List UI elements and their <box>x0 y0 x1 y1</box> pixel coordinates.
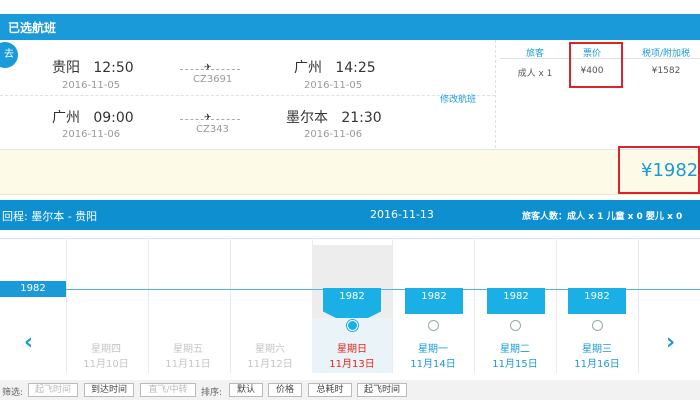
sort-price-button[interactable]: 价格 <box>268 383 302 397</box>
price-passenger-value: 成人 x 1 <box>517 69 553 79</box>
leg2-arrival: 墨尔本 21:30 <box>286 107 382 127</box>
total-price-bar <box>0 150 700 195</box>
price-bar-day-6[interactable]: 1982 <box>487 288 545 314</box>
leg1-from-date: 2016-11-05 <box>62 80 121 91</box>
day-4-weekday[interactable]: 星期日 <box>312 340 392 355</box>
price-tax-value: ¥1582 <box>651 66 681 76</box>
selected-flights-header: 已选航班 <box>0 14 700 40</box>
leg2-to-time: 21:30 <box>341 110 382 126</box>
leg1-to-time: 14:25 <box>335 60 376 76</box>
sort-duration-button[interactable]: 总耗时 <box>308 383 352 397</box>
day-6-radio[interactable] <box>510 320 521 331</box>
day-5-radio[interactable] <box>428 320 439 331</box>
leg1-from-city: 贵阳 <box>52 60 80 76</box>
fare-highlight-box <box>569 42 623 88</box>
chevron-left-icon[interactable]: ‹ <box>24 330 33 355</box>
modify-flight-link[interactable]: 修改航班 <box>440 92 476 105</box>
filter-arrival-time-button[interactable]: 到达时间 <box>84 383 134 397</box>
price-bar-day-5[interactable]: 1982 <box>405 288 463 314</box>
leg1-arrival: 广州 14:25 <box>294 57 376 77</box>
return-route: 回程: 墨尔本 - 贵阳 <box>2 210 98 223</box>
day-5-date[interactable]: 11月14日 <box>393 355 473 370</box>
day-7-radio[interactable] <box>592 320 603 331</box>
leg1-flight-number: CZ3691 <box>193 74 233 85</box>
leg2-from-city: 广州 <box>52 110 80 126</box>
leg1-to-date: 2016-11-05 <box>304 80 363 91</box>
sort-label: 排序: <box>201 388 223 398</box>
passenger-count: 旅客人数：成人 x 1 儿童 x 0 婴儿 x 0 <box>522 212 683 222</box>
filter-label: 筛选: <box>2 388 24 398</box>
chevron-right-icon[interactable]: › <box>666 330 675 355</box>
leg1-to-city: 广州 <box>294 60 322 76</box>
filter-direct-transfer-button[interactable]: 直飞/中转 <box>140 383 196 397</box>
leg2-to-city: 墨尔本 <box>286 110 328 126</box>
leg2-from-time: 09:00 <box>93 110 134 126</box>
section-title: 已选航班 <box>8 21 57 35</box>
day-1-date: 11月10日 <box>83 359 129 370</box>
day-7-date[interactable]: 11月16日 <box>557 355 637 370</box>
day-5-weekday[interactable]: 星期一 <box>393 340 473 355</box>
baseline-price-tag: 1982 <box>0 281 66 297</box>
filter-departure-time-button[interactable]: 起飞时间 <box>28 383 78 397</box>
leg2-to-date: 2016-11-06 <box>304 129 363 140</box>
leg1-departure: 贵阳 12:50 <box>52 57 134 77</box>
leg1-from-time: 12:50 <box>93 60 134 76</box>
day-6-weekday[interactable]: 星期二 <box>475 340 555 355</box>
price-column-divider <box>495 40 496 148</box>
day-2-weekday: 星期五 <box>173 344 203 355</box>
day-3-date: 11月12日 <box>247 359 293 370</box>
plane-icon: ✈ <box>204 63 212 73</box>
total-highlight-box <box>618 146 700 194</box>
leg2-flight-number: CZ343 <box>196 124 229 135</box>
day-2-date: 11月11日 <box>165 359 211 370</box>
leg2-departure: 广州 09:00 <box>52 107 134 127</box>
plane-icon: ✈ <box>204 113 212 123</box>
day-3-weekday: 星期六 <box>255 344 285 355</box>
day-4-radio[interactable] <box>347 320 358 331</box>
calendar-column-divider <box>638 238 639 373</box>
return-date: 2016-11-13 <box>370 208 434 221</box>
sort-default-button[interactable]: 默认 <box>229 383 263 397</box>
day-4-date[interactable]: 11月13日 <box>312 355 392 370</box>
sort-departure-time-button[interactable]: 起飞时间 <box>357 383 407 397</box>
leg2-from-date: 2016-11-06 <box>62 129 121 140</box>
day-1-weekday: 星期四 <box>91 344 121 355</box>
day-6-date[interactable]: 11月15日 <box>475 355 555 370</box>
price-bar-day-7[interactable]: 1982 <box>568 288 626 314</box>
leg-divider <box>0 95 495 96</box>
return-flight-bar: 回程: 墨尔本 - 贵阳 2016-11-13 旅客人数：成人 x 1 儿童 x… <box>0 200 700 230</box>
day-7-weekday[interactable]: 星期三 <box>557 340 637 355</box>
